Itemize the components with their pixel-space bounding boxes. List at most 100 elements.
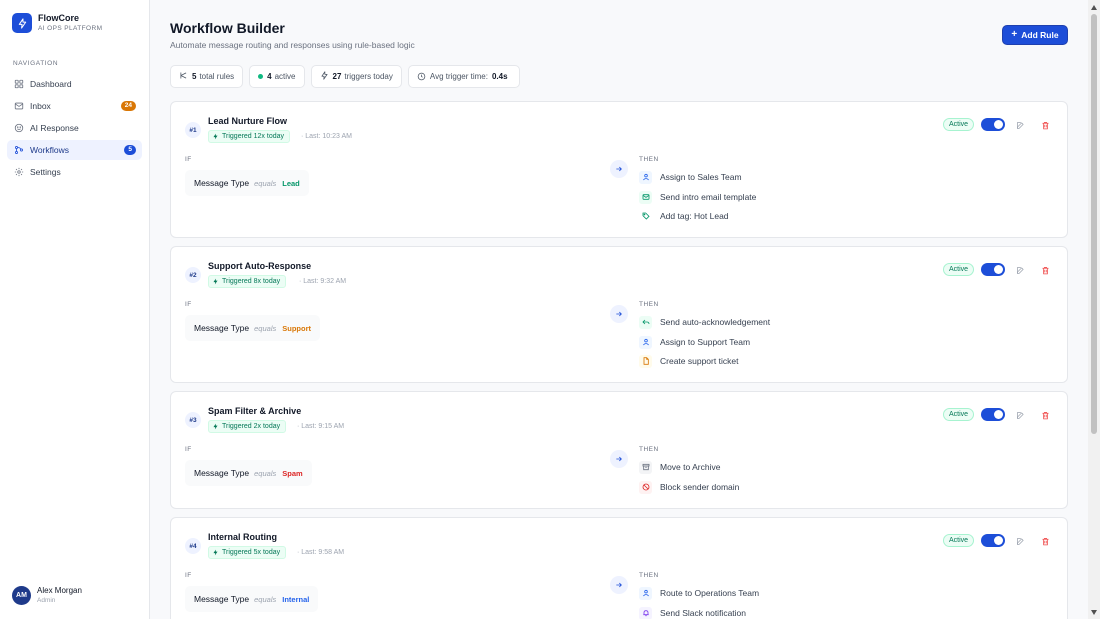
user-icon — [639, 170, 652, 184]
condition-field: Message Type — [194, 468, 250, 478]
sidebar: FlowCore AI OPS PLATFORM NAVIGATION Dash… — [0, 0, 150, 619]
stat-label: total rules — [199, 72, 235, 81]
rule-name: Lead Nurture Flow — [208, 116, 288, 126]
brand[interactable]: FlowCore AI OPS PLATFORM — [0, 0, 149, 46]
trash-icon[interactable] — [1039, 535, 1051, 547]
status-badge: Active — [943, 263, 975, 276]
rule-card: #1 Lead Nurture Flow Triggered 12x today… — [170, 101, 1068, 238]
rule-number: #1 — [185, 122, 201, 138]
sidebar-item-label: Workflows — [30, 145, 70, 155]
stat-value: 0.4s — [491, 72, 508, 81]
status-badge: Active — [943, 408, 975, 421]
rule-toggle[interactable] — [981, 263, 1005, 276]
scroll-thumb[interactable] — [1091, 14, 1097, 434]
mail-icon — [639, 190, 652, 204]
trash-icon[interactable] — [1039, 264, 1051, 276]
nav-heading: NAVIGATION — [13, 60, 59, 67]
lightning-icon — [320, 71, 329, 82]
clock-icon — [417, 72, 426, 81]
edit-icon[interactable] — [1014, 409, 1026, 421]
triggered-text: Triggered 5x today — [222, 549, 281, 556]
arrow-right-icon — [610, 160, 628, 178]
workflows-count-badge: 5 — [124, 145, 136, 155]
status-badge: Active — [943, 534, 975, 547]
last-triggered: · Last: 10:23 AM — [301, 133, 352, 140]
trash-icon[interactable] — [1039, 119, 1051, 131]
sidebar-item-inbox[interactable]: Inbox 24 — [7, 96, 142, 116]
scroll-up-icon[interactable] — [1090, 3, 1098, 11]
sidebar-item-settings[interactable]: Settings — [7, 162, 142, 182]
action-item: Send Slack notification — [639, 606, 746, 619]
stat-triggers: 27 triggers today — [310, 65, 402, 88]
triggered-badge: Triggered 5x today — [208, 546, 287, 559]
action-item: Add tag: Hot Lead — [639, 209, 729, 223]
condition: Message Type equals Spam — [185, 460, 312, 486]
block-icon — [639, 480, 652, 494]
condition-value: Lead — [282, 178, 300, 188]
sidebar-item-workflows[interactable]: Workflows 5 — [7, 140, 142, 160]
rule-number: #4 — [185, 538, 201, 554]
action-label: Block sender domain — [660, 482, 740, 492]
trash-icon[interactable] — [1039, 409, 1051, 421]
sidebar-item-ai-response[interactable]: AI Response — [7, 118, 142, 138]
user-role: Admin — [37, 597, 56, 604]
action-item: Route to Operations Team — [639, 586, 759, 600]
if-label: IF — [185, 572, 192, 579]
edit-icon[interactable] — [1014, 119, 1026, 131]
condition: Message Type equals Internal — [185, 586, 319, 612]
last-triggered: · Last: 9:15 AM — [297, 423, 345, 430]
triggered-badge: Triggered 8x today — [208, 275, 287, 288]
rule-toggle[interactable] — [981, 408, 1005, 421]
then-label: THEN — [639, 446, 659, 453]
page-title: Workflow Builder — [170, 20, 285, 36]
sidebar-item-label: Settings — [30, 167, 61, 177]
rule-card: #4 Internal Routing Triggered 5x today ·… — [170, 517, 1068, 619]
stat-active: 4 active — [249, 65, 305, 88]
stat-value: 5 — [192, 72, 197, 81]
action-label: Send auto-acknowledgement — [660, 317, 771, 327]
rule-number: #2 — [185, 267, 201, 283]
action-label: Create support ticket — [660, 356, 739, 366]
add-rule-button[interactable]: + Add Rule — [1002, 25, 1068, 45]
action-label: Assign to Support Team — [660, 337, 751, 347]
action-item: Send intro email template — [639, 190, 756, 204]
inbox-count-badge: 24 — [120, 101, 136, 111]
sidebar-item-label: Dashboard — [30, 79, 72, 89]
action-item: Send auto-acknowledgement — [639, 315, 770, 329]
action-label: Move to Archive — [660, 462, 721, 472]
action-item: Assign to Support Team — [639, 335, 750, 349]
condition-operator: equals — [254, 178, 277, 188]
add-rule-label: Add Rule — [1021, 30, 1059, 40]
action-item: Assign to Sales Team — [639, 170, 742, 184]
mail-icon — [13, 101, 24, 112]
edit-icon[interactable] — [1014, 535, 1026, 547]
triggered-badge: Triggered 2x today — [208, 420, 287, 433]
action-item: Block sender domain — [639, 480, 739, 494]
rule-toggle[interactable] — [981, 118, 1005, 131]
archive-icon — [639, 460, 652, 474]
condition-value: Internal — [282, 594, 310, 604]
stat-value: 4 — [267, 72, 272, 81]
action-label: Add tag: Hot Lead — [660, 211, 729, 221]
arrow-right-icon — [610, 576, 628, 594]
if-label: IF — [185, 156, 192, 163]
brand-name: FlowCore — [38, 13, 80, 23]
branch-icon — [179, 71, 188, 82]
scroll-down-icon[interactable] — [1090, 608, 1098, 616]
condition-value: Spam — [282, 468, 303, 478]
stat-value: 27 — [332, 72, 342, 81]
condition-operator: equals — [254, 323, 277, 333]
condition: Message Type equals Support — [185, 315, 320, 341]
stat-label: active — [274, 72, 296, 81]
rule-card: #2 Support Auto-Response Triggered 8x to… — [170, 246, 1068, 383]
action-item: Move to Archive — [639, 460, 720, 474]
edit-icon[interactable] — [1014, 264, 1026, 276]
rule-toggle[interactable] — [981, 534, 1005, 547]
scrollbar[interactable] — [1088, 0, 1100, 619]
brand-subtitle: AI OPS PLATFORM — [38, 25, 103, 32]
then-label: THEN — [639, 301, 659, 308]
stat-label: triggers today — [344, 72, 393, 81]
sidebar-item-dashboard[interactable]: Dashboard — [7, 74, 142, 94]
stat-total-rules: 5 total rules — [170, 65, 244, 88]
user-profile[interactable]: AM Alex Morgan Admin — [12, 586, 82, 605]
